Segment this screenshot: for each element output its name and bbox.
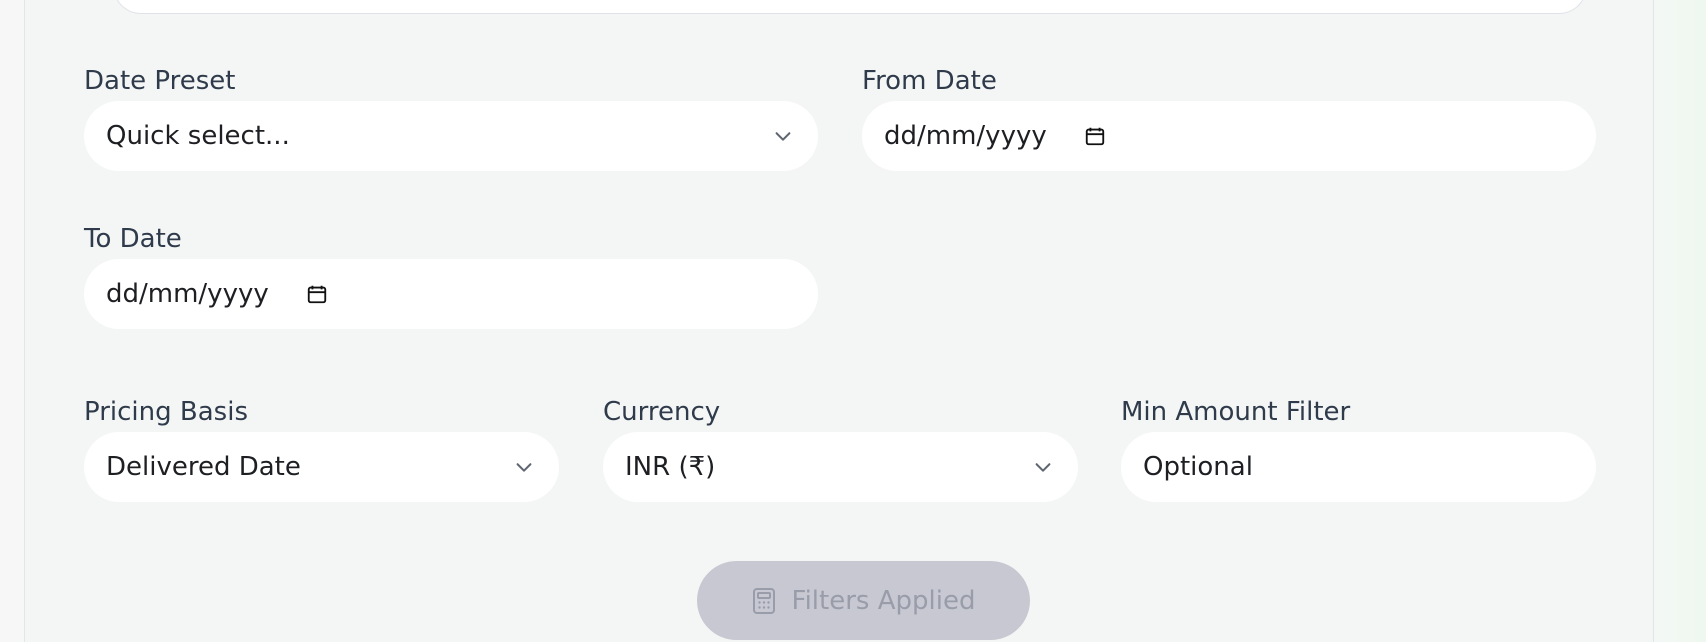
date-preset-value: Quick select...: [106, 121, 290, 151]
date-preset-label: Date Preset: [84, 66, 236, 96]
chevron-down-icon: [775, 132, 791, 141]
calculator-icon: [752, 587, 775, 614]
to-date-value: dd/mm/yyyy: [106, 279, 269, 309]
currency-label: Currency: [603, 397, 721, 427]
chevron-down-icon: [1035, 463, 1051, 472]
previous-field-remnant: [113, 0, 1587, 14]
chevron-down-icon: [516, 463, 532, 472]
pricing-basis-select[interactable]: Delivered Date: [84, 432, 559, 502]
from-date-input[interactable]: dd/mm/yyyy: [862, 101, 1596, 171]
calendar-icon[interactable]: [1084, 125, 1106, 147]
filters-applied-button[interactable]: Filters Applied: [697, 561, 1030, 640]
page-side-background: [1654, 0, 1706, 642]
min-amount-placeholder: Optional: [1143, 452, 1253, 482]
filters-applied-label: Filters Applied: [791, 585, 976, 616]
from-date-value: dd/mm/yyyy: [884, 121, 1047, 151]
currency-select[interactable]: INR (₹): [603, 432, 1078, 502]
from-date-label: From Date: [862, 66, 997, 96]
to-date-input[interactable]: dd/mm/yyyy: [84, 259, 818, 329]
date-preset-select[interactable]: Quick select...: [84, 101, 818, 171]
calendar-icon[interactable]: [306, 283, 328, 305]
filters-panel: Date Preset Quick select... From Date dd…: [24, 0, 1654, 642]
to-date-label: To Date: [84, 224, 182, 254]
min-amount-input[interactable]: Optional: [1121, 432, 1596, 502]
currency-value: INR (₹): [625, 452, 716, 482]
pricing-basis-label: Pricing Basis: [84, 397, 248, 427]
min-amount-label: Min Amount Filter: [1121, 397, 1351, 427]
pricing-basis-value: Delivered Date: [106, 452, 301, 482]
